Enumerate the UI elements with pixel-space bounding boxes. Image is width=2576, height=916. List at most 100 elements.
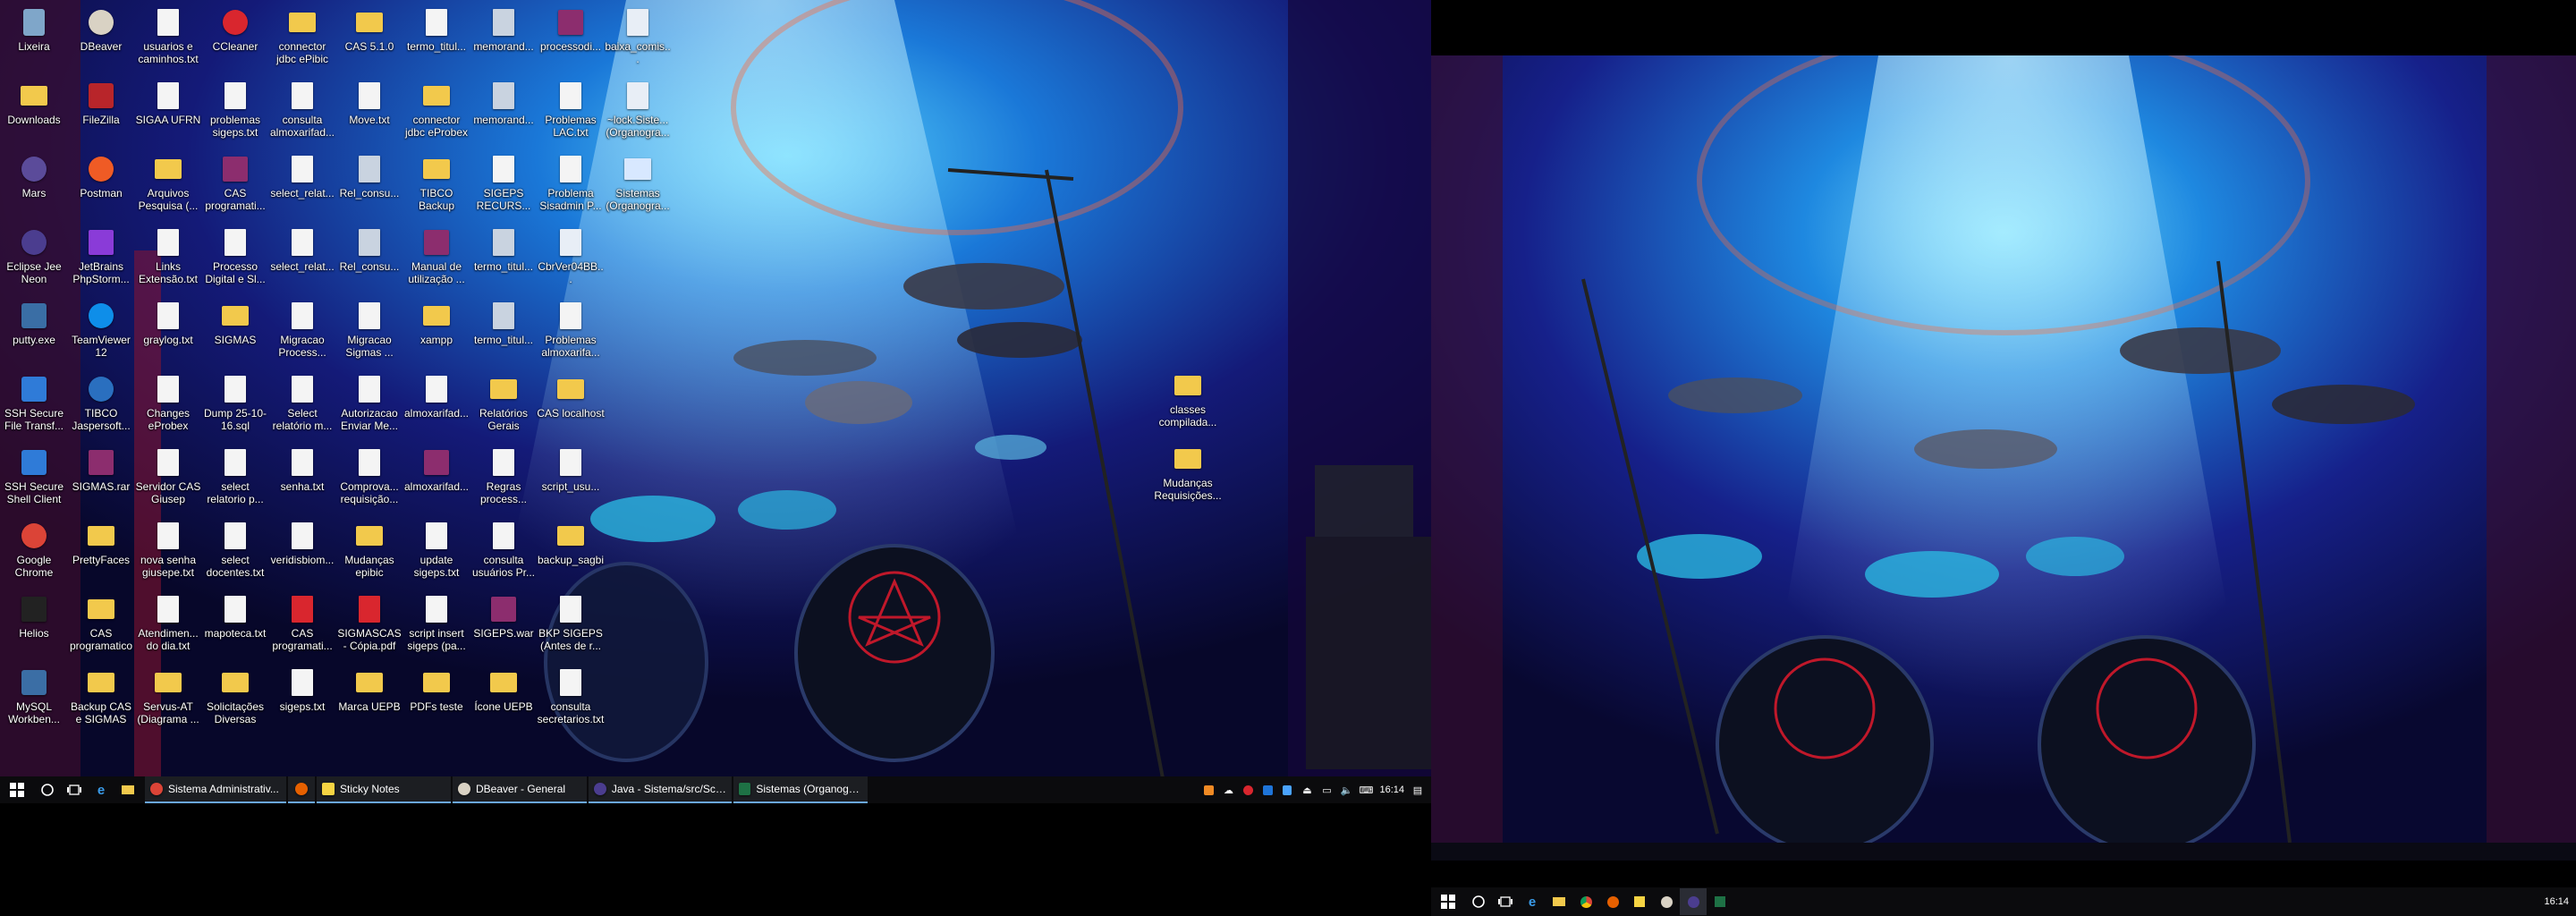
desktop-icon[interactable]: CCleaner xyxy=(201,4,269,53)
desktop-icon[interactable]: Helios xyxy=(0,590,68,640)
desktop-icon[interactable]: processodi... xyxy=(537,4,605,53)
taskbar2-sticky-notes[interactable] xyxy=(1626,888,1653,915)
desktop-icon[interactable]: backup_sagbi xyxy=(537,517,605,566)
desktop-icon[interactable]: Marca UEPB xyxy=(335,664,403,713)
desktop-icon[interactable]: TeamViewer 12 xyxy=(67,297,135,359)
desktop-icon[interactable]: Mudanças epibic xyxy=(335,517,403,579)
desktop-icon[interactable]: baixa_comis... xyxy=(604,4,672,65)
taskbar-pin-edge[interactable]: e xyxy=(88,776,114,803)
desktop-icon[interactable]: connector jdbc eProbex xyxy=(402,77,470,139)
desktop-icon[interactable]: Servidor CAS Giusep xyxy=(134,444,202,505)
taskbar-app-button[interactable] xyxy=(288,776,315,803)
start-button[interactable] xyxy=(0,776,34,803)
cortana-button[interactable] xyxy=(34,776,61,803)
tray-orange-app-icon[interactable] xyxy=(1202,784,1215,796)
desktop-icon[interactable]: Problema Sisadmin P... xyxy=(537,150,605,212)
desktop-icon[interactable]: script insert sigeps (pa... xyxy=(402,590,470,652)
desktop-icon[interactable]: Solicitações Diversas xyxy=(201,664,269,725)
desktop-icon[interactable]: CbrVer04BB... xyxy=(537,224,605,285)
desktop-icon[interactable]: Rel_consu... xyxy=(335,224,403,273)
desktop-icon[interactable]: SSH Secure File Transf... xyxy=(0,370,68,432)
desktop-icon[interactable]: FileZilla xyxy=(67,77,135,126)
desktop-icon[interactable]: Atendimen... do dia.txt xyxy=(134,590,202,652)
taskbar2-excel[interactable] xyxy=(1707,888,1733,915)
taskbar2-pin-file-explorer[interactable] xyxy=(1546,888,1572,915)
desktop-icon[interactable]: xampp xyxy=(402,297,470,346)
desktop-icon[interactable]: consulta almoxarifad... xyxy=(268,77,336,139)
taskbar2-pin-edge[interactable]: e xyxy=(1519,888,1546,915)
desktop-icon[interactable]: graylog.txt xyxy=(134,297,202,346)
desktop-icon[interactable]: termo_titul... xyxy=(470,224,538,273)
desktop-icon[interactable]: select_relat... xyxy=(268,150,336,199)
desktop-icon[interactable]: problemas sigeps.txt xyxy=(201,77,269,139)
desktop-icon[interactable]: Problemas LAC.txt xyxy=(537,77,605,139)
desktop-icon[interactable]: Servus-AT (Diagrama ... xyxy=(134,664,202,725)
desktop-icon[interactable]: MySQL Workben... xyxy=(0,664,68,725)
taskbar2-chrome[interactable] xyxy=(1572,888,1599,915)
desktop-icon[interactable]: Eclipse Jee Neon xyxy=(0,224,68,285)
desktop-icon[interactable]: senha.txt xyxy=(268,444,336,493)
desktop-icon[interactable]: consulta secretarios.txt xyxy=(537,664,605,725)
tray-blue-app-icon[interactable] xyxy=(1261,784,1274,796)
desktop-icon[interactable]: almoxarifad... xyxy=(402,444,470,493)
desktop-icon[interactable]: select_relat... xyxy=(268,224,336,273)
desktop-icon[interactable]: termo_titul... xyxy=(402,4,470,53)
desktop-icon[interactable]: Move.txt xyxy=(335,77,403,126)
desktop-icon[interactable]: Relatórios Gerais xyxy=(470,370,538,432)
desktop-icon[interactable]: Select relatório m... xyxy=(268,370,336,432)
desktop-icon[interactable]: connector jdbc ePibic xyxy=(268,4,336,65)
desktop-icon[interactable]: mapoteca.txt xyxy=(201,590,269,640)
taskbar-pin-file-explorer[interactable] xyxy=(114,776,141,803)
taskbar-app-button[interactable]: Java - Sistema/src/Scr... xyxy=(589,776,732,803)
taskbar-app-button[interactable]: DBeaver - General xyxy=(453,776,587,803)
desktop-icon[interactable]: TIBCO Jaspersoft... xyxy=(67,370,135,432)
taskbar2-dbeaver[interactable] xyxy=(1653,888,1680,915)
desktop-icon[interactable]: sigeps.txt xyxy=(268,664,336,713)
desktop-icon[interactable]: memorand... xyxy=(470,77,538,126)
task-view-button[interactable] xyxy=(61,776,88,803)
start-button-secondary[interactable] xyxy=(1431,888,1465,915)
notification-center-icon[interactable]: ▤ xyxy=(1411,784,1424,796)
desktop-icon[interactable]: TIBCO Backup xyxy=(402,150,470,212)
desktop-icon[interactable]: SIGEPS RECURS... xyxy=(470,150,538,212)
desktop-icon[interactable]: PrettyFaces xyxy=(67,517,135,566)
desktop-icon[interactable]: Regras process... xyxy=(470,444,538,505)
desktop-icon[interactable]: Links Extensão.txt xyxy=(134,224,202,285)
desktop-icon[interactable]: JetBrains PhpStorm... xyxy=(67,224,135,285)
tray-security-icon[interactable] xyxy=(1281,784,1293,796)
cortana-button-secondary[interactable] xyxy=(1465,888,1492,915)
desktop-icon[interactable]: Migracao Process... xyxy=(268,297,336,359)
desktop-icon[interactable]: Manual de utilização ... xyxy=(402,224,470,285)
desktop-icon[interactable]: Comprova... requisição... xyxy=(335,444,403,505)
taskbar-app-button[interactable]: Sistema Administrativ... xyxy=(145,776,286,803)
desktop-icon[interactable]: CAS programati... xyxy=(201,150,269,212)
desktop-icon[interactable]: Arquivos Pesquisa (... xyxy=(134,150,202,212)
desktop-icon[interactable]: Mudanças Requisições... xyxy=(1154,440,1222,502)
usb-eject-icon[interactable]: ⏏ xyxy=(1301,784,1313,796)
desktop-icon[interactable]: usuarios e caminhos.txt xyxy=(134,4,202,65)
volume-icon[interactable]: 🔈 xyxy=(1340,784,1353,796)
desktop-icon[interactable]: BKP SIGEPS (Antes de r... xyxy=(537,590,605,652)
task-view-button-secondary[interactable] xyxy=(1492,888,1519,915)
desktop-icon[interactable]: SIGMAS xyxy=(201,297,269,346)
taskbar2-clock[interactable]: 16:14 xyxy=(2544,896,2569,907)
desktop-icon[interactable]: CAS localhost xyxy=(537,370,605,420)
desktop-icon[interactable]: Migracao Sigmas ... xyxy=(335,297,403,359)
tray-red-app-icon[interactable] xyxy=(1241,784,1254,796)
desktop-icon[interactable]: memorand... xyxy=(470,4,538,53)
desktop-icon[interactable]: Changes eProbex xyxy=(134,370,202,432)
desktop-icon[interactable]: Lixeira xyxy=(0,4,68,53)
desktop-icon[interactable]: CAS 5.1.0 xyxy=(335,4,403,53)
desktop-icon[interactable]: veridisbiom... xyxy=(268,517,336,566)
desktop-icon[interactable]: select docentes.txt xyxy=(201,517,269,579)
desktop-icon[interactable]: SIGMAS.rar xyxy=(67,444,135,493)
desktop-icon[interactable]: CAS programatico xyxy=(67,590,135,652)
desktop-icon[interactable]: SIGEPS.war xyxy=(470,590,538,640)
desktop-icon[interactable]: SSH Secure Shell Client xyxy=(0,444,68,505)
desktop-icon[interactable]: putty.exe xyxy=(0,297,68,346)
desktop-icon[interactable]: update sigeps.txt xyxy=(402,517,470,579)
taskbar-app-button[interactable]: Sistemas (Organogra... xyxy=(733,776,868,803)
desktop-icon[interactable]: Backup CAS e SIGMAS xyxy=(67,664,135,725)
desktop-icon[interactable]: Mars xyxy=(0,150,68,199)
desktop-icon[interactable]: Google Chrome xyxy=(0,517,68,579)
